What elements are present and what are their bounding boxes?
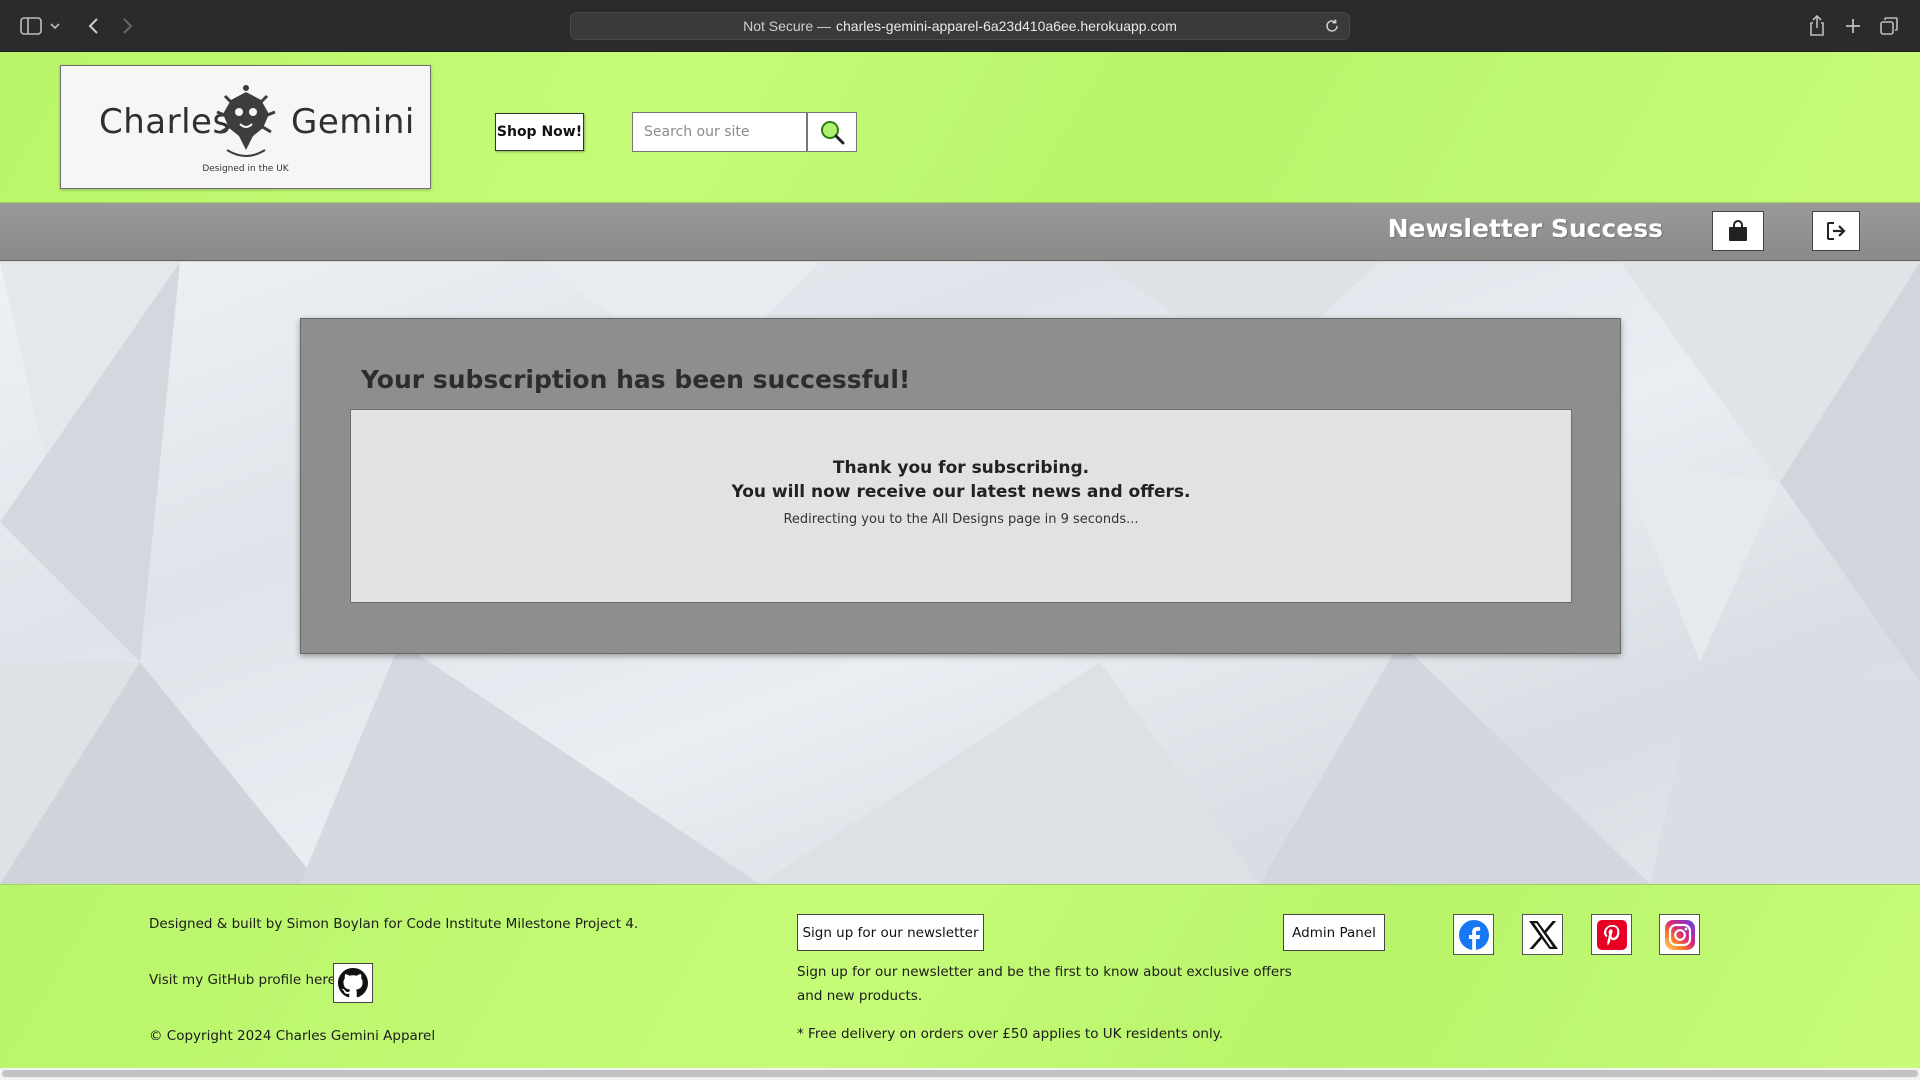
- x-icon: [1528, 920, 1558, 949]
- instagram-icon: [1664, 919, 1695, 950]
- copyright-text: © Copyright 2024 Charles Gemini Apparel: [149, 1028, 436, 1044]
- logout-icon: [1827, 222, 1846, 240]
- new-tab-icon[interactable]: [1840, 13, 1866, 39]
- nav-bar: Newsletter Success: [0, 203, 1920, 261]
- instagram-link[interactable]: [1659, 914, 1700, 955]
- logo-text-right: Gemini: [291, 102, 415, 142]
- github-icon: [338, 968, 368, 998]
- site-logo[interactable]: Charles Gemini Designed in the UK: [60, 65, 431, 189]
- security-label: Not Secure —: [743, 18, 832, 34]
- scrollbar-thumb[interactable]: [2, 1070, 1918, 1077]
- x-twitter-link[interactable]: [1522, 914, 1563, 955]
- shopping-bag-button[interactable]: [1712, 211, 1764, 251]
- search-icon: [821, 121, 845, 145]
- chevron-down-icon[interactable]: [48, 13, 62, 39]
- back-icon[interactable]: [80, 13, 106, 39]
- success-card: Your subscription has been successful! T…: [300, 318, 1621, 654]
- newsletter-signup-button[interactable]: Sign up for our newsletter: [797, 914, 984, 951]
- logo-emblem-icon: [216, 85, 276, 157]
- tab-overview-icon[interactable]: [1876, 13, 1902, 39]
- thanks-line-2: You will now receive our latest news and…: [731, 482, 1191, 502]
- browser-toolbar: Not Secure — charles-gemini-apparel-6a23…: [0, 0, 1920, 52]
- horizontal-scrollbar[interactable]: [0, 1068, 1920, 1080]
- thanks-line-1: Thank you for subscribing.: [832, 458, 1090, 478]
- github-label: Visit my GitHub profile here:: [149, 972, 341, 988]
- admin-panel-button[interactable]: Admin Panel: [1283, 914, 1385, 951]
- success-message-box: Thank you for subscribing. You will now …: [350, 409, 1572, 603]
- footer-credit: Designed & built by Simon Boylan for Cod…: [149, 916, 639, 932]
- forward-icon[interactable]: [115, 13, 141, 39]
- logo-text-left: Charles: [99, 102, 231, 142]
- shop-now-button[interactable]: Shop Now!: [495, 113, 584, 151]
- logo-tagline: Designed in the UK: [202, 164, 289, 174]
- facebook-icon: [1458, 919, 1489, 950]
- logout-button[interactable]: [1812, 211, 1860, 251]
- main-content: Your subscription has been successful! T…: [0, 262, 1920, 884]
- share-icon[interactable]: [1804, 13, 1830, 39]
- search-button[interactable]: [807, 112, 857, 152]
- address-bar[interactable]: Not Secure — charles-gemini-apparel-6a23…: [570, 12, 1350, 40]
- redirect-countdown: Redirecting you to the All Designs page …: [783, 512, 1139, 527]
- sidebar-toggle-icon[interactable]: [18, 13, 44, 39]
- success-heading: Your subscription has been successful!: [361, 365, 911, 394]
- site-footer: Designed & built by Simon Boylan for Cod…: [0, 884, 1920, 1070]
- search-input[interactable]: [632, 112, 807, 152]
- site-header: Charles Gemini Designed in the UK Shop N…: [0, 52, 1920, 203]
- newsletter-description: Sign up for our newsletter and be the fi…: [797, 964, 1292, 1004]
- shopping-bag-icon: [1729, 220, 1747, 241]
- github-button[interactable]: [333, 963, 373, 1003]
- facebook-link[interactable]: [1453, 914, 1494, 955]
- delivery-note: * Free delivery on orders over £50 appli…: [797, 1026, 1224, 1042]
- url-text: charles-gemini-apparel-6a23d410a6ee.hero…: [836, 18, 1177, 34]
- pinterest-link[interactable]: [1591, 914, 1632, 955]
- reload-icon[interactable]: [1323, 17, 1341, 35]
- page-title: Newsletter Success: [1387, 214, 1663, 243]
- pinterest-icon: [1596, 919, 1627, 950]
